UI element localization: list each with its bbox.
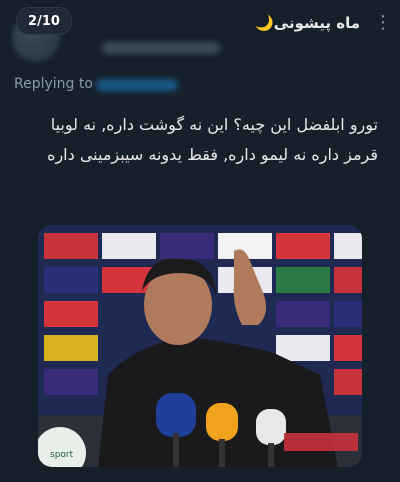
display-name: ماه پیشونی	[273, 14, 360, 32]
tweet-header: ماه پیشونی🌙	[72, 12, 360, 58]
ball-label: sport	[50, 450, 74, 460]
tv-overlay	[284, 433, 358, 451]
display-name-link[interactable]: ماه پیشونی🌙	[251, 14, 360, 32]
more-options-icon[interactable]: ⋮	[374, 14, 392, 32]
moon-icon: 🌙	[255, 14, 274, 32]
replying-to-label: Replying to	[14, 76, 93, 92]
photo-counter-badge: 2/10	[16, 7, 72, 35]
blurred-handle	[102, 42, 220, 54]
tweet-media-image[interactable]: sport	[38, 225, 362, 467]
blurred-reply-handle[interactable]	[96, 79, 178, 91]
tweet-text: تورو ابلفضل این چیه؟ این نه گوشت داره, ن…	[47, 115, 378, 164]
